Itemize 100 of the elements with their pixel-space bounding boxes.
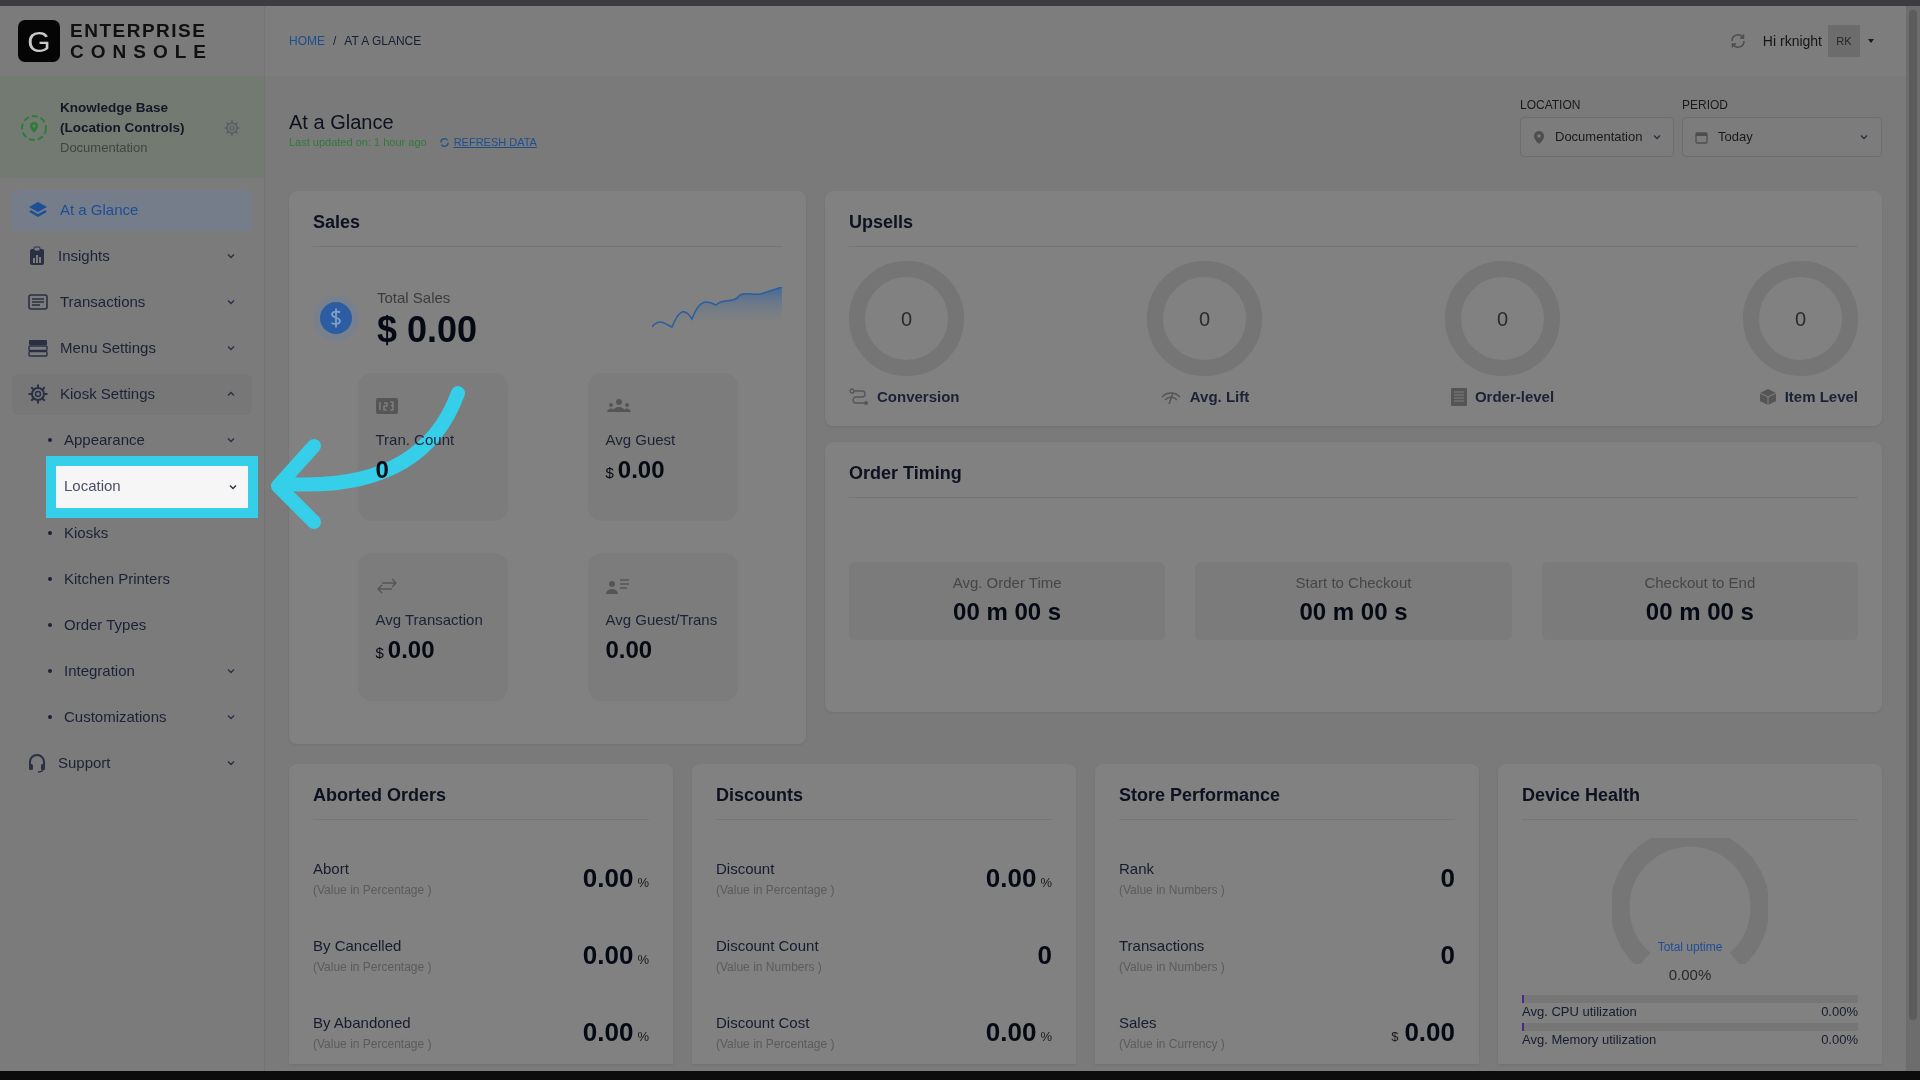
usage-value: 0.00%: [1821, 1002, 1858, 1021]
metric-label: By Cancelled: [313, 936, 403, 957]
document-lines-icon: [28, 294, 48, 310]
usage-label: Avg. CPU utilization: [1522, 1002, 1637, 1021]
usage-value: 0.00%: [1821, 1030, 1858, 1049]
metric-value: 0: [1440, 939, 1455, 972]
sidebar-item[interactable]: At a Glance: [12, 189, 252, 231]
timing-value: 00 m 00 s: [1645, 597, 1754, 628]
timing-value: 00 m 00 s: [953, 597, 1062, 628]
settings-icon: [224, 119, 240, 136]
card-title: Order Timing: [849, 460, 1858, 498]
location-name: Knowledge Base (Location Controls): [60, 99, 186, 137]
user-avatar[interactable]: RK: [1828, 25, 1860, 57]
upsell-label: Order-level: [1474, 387, 1555, 407]
sidebar-subitem[interactable]: Order Types: [12, 604, 252, 646]
chevron-down-icon: [226, 758, 236, 768]
cube-icon: [1758, 388, 1777, 407]
sidebar-subitem[interactable]: Integration: [12, 650, 252, 692]
sidebar-item[interactable]: Support: [12, 742, 252, 784]
brand-name: CONSOLE: [70, 41, 213, 62]
filter-dropdown[interactable]: Today: [1682, 117, 1882, 157]
stat-value: 0.00: [605, 634, 654, 665]
metric-label: By Abandoned: [313, 1013, 412, 1034]
group-icon: [605, 397, 632, 414]
upsell-label: Item Level: [1784, 387, 1858, 407]
chevron-down-icon: [226, 666, 236, 676]
server-stack-icon: [28, 339, 48, 357]
card-title: Upsells: [849, 209, 1858, 247]
unit-sign: %: [637, 1028, 649, 1046]
settings-button[interactable]: [224, 119, 240, 136]
metric-label: Sales: [1119, 1013, 1158, 1034]
upsell-value: 0: [900, 306, 913, 332]
refresh-icon: [438, 136, 450, 148]
unit-sign: %: [637, 874, 649, 892]
card-title: Store Performance: [1119, 782, 1455, 820]
brand-name: ENTERPRISE: [70, 20, 208, 41]
chevron-down-icon: [226, 297, 236, 307]
usage-label: Avg. Memory utilization: [1522, 1030, 1657, 1049]
filter-dropdown[interactable]: Documentation: [1520, 117, 1674, 157]
metric-label: Transactions: [1119, 936, 1206, 957]
metric-value: 0.00: [985, 862, 1037, 895]
unit-sign: %: [1040, 1028, 1052, 1046]
scrollbar[interactable]: [1906, 6, 1920, 1071]
calendar-icon: [1695, 130, 1708, 144]
last-updated-text: Last updated on: 1 hour ago: [289, 135, 427, 150]
stat-value: $ 0.00: [605, 454, 666, 485]
sidebar-subitem[interactable]: Location: [46, 455, 258, 518]
gauge-label: Total uptime: [1657, 939, 1723, 956]
metric-label: Rank: [1119, 859, 1156, 880]
user-greeting: Hi rknight: [1762, 31, 1822, 51]
sidebar-item[interactable]: Transactions: [12, 281, 252, 323]
upsell-label: Conversion: [877, 387, 960, 407]
unit-sign: %: [1040, 874, 1052, 892]
breadcrumb-current: AT A GLANCE: [344, 33, 422, 50]
metric-label: Abort: [313, 859, 350, 880]
clipboard-chart-icon: [28, 246, 46, 266]
card-title: Discounts: [716, 782, 1052, 820]
uptime-value: 0.00%: [1668, 965, 1712, 985]
upsell-value: 0: [1198, 306, 1211, 332]
person-list-icon: [605, 577, 630, 594]
swap-arrows-icon: [375, 577, 398, 594]
chevron-down-icon: [1652, 132, 1663, 142]
metric-value: 0.00: [582, 939, 634, 972]
numbers-icon: [375, 397, 398, 414]
sidebar-subitem[interactable]: Kitchen Printers: [12, 558, 252, 600]
total-sales-label: Total Sales: [377, 288, 452, 308]
metric-label: Discount Count: [716, 936, 820, 957]
card-title: Sales: [313, 209, 782, 247]
stat-value: 0: [375, 454, 390, 485]
sidebar-item[interactable]: Menu Settings: [12, 327, 252, 369]
chevron-down-icon: [226, 343, 236, 353]
sidebar-item[interactable]: Insights: [12, 235, 252, 277]
stat-label: Avg Guest/Trans: [605, 610, 719, 631]
chevron-down-icon: [226, 712, 236, 722]
total-sales-value: $ 0.00: [377, 309, 478, 350]
metric-value: 0.00: [582, 1016, 634, 1049]
metric-label: Discount: [716, 859, 776, 880]
stat-label: Tran. Count: [375, 430, 456, 451]
layers-icon: [28, 201, 48, 219]
metric-value: 0: [1440, 862, 1455, 895]
sidebar-item[interactable]: Kiosk Settings: [12, 373, 252, 415]
timing-value: 00 m 00 s: [1299, 597, 1408, 628]
logo: G: [18, 20, 60, 62]
metric-value: 0: [1037, 939, 1052, 972]
chevron-up-icon: [226, 389, 236, 399]
currency-sign: $: [1391, 1028, 1399, 1046]
breadcrumb-link[interactable]: HOME: [289, 32, 325, 50]
refresh-icon: [1728, 32, 1747, 50]
caret-icon: [1866, 37, 1876, 45]
page-title: At a Glance: [289, 110, 395, 134]
refresh-link[interactable]: REFRESH DATA: [438, 134, 537, 151]
upsell-value: 0: [1496, 306, 1509, 332]
card-title: Device Health: [1522, 782, 1858, 820]
sidebar-subitem[interactable]: Customizations: [12, 696, 252, 738]
stat-label: Avg Guest: [605, 430, 677, 451]
metric-value: 0.00: [582, 862, 634, 895]
metric-value: 0.00: [985, 1016, 1037, 1049]
signal-arcs-icon: [1159, 389, 1182, 406]
document-icon: [1450, 388, 1467, 407]
location-target-icon: [20, 113, 48, 142]
